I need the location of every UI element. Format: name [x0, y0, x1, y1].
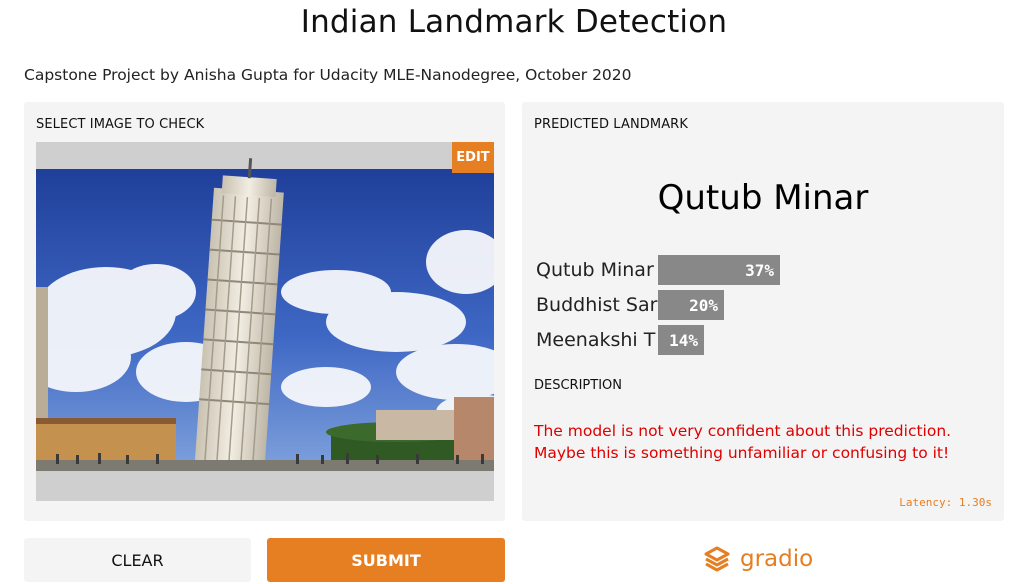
description-label: DESCRIPTION [534, 378, 622, 393]
confidence-row: Buddhist Sar 20% [536, 290, 724, 320]
input-panel: SELECT IMAGE TO CHECK EDIT [24, 102, 505, 521]
page-subtitle: Capstone Project by Anisha Gupta for Uda… [24, 66, 632, 84]
uploaded-image [36, 142, 494, 501]
confidence-row: Meenakshi T 14% [536, 325, 704, 355]
confidence-label: Meenakshi T [536, 329, 656, 351]
confidence-bar: 37% [658, 255, 780, 285]
confidence-row: Qutub Minar 37% [536, 255, 780, 285]
output-panel: PREDICTED LANDMARK Qutub Minar Qutub Min… [522, 102, 1004, 521]
confidence-label: Qutub Minar [536, 259, 654, 281]
predicted-label: Qutub Minar [657, 178, 869, 218]
edit-button[interactable]: EDIT [452, 142, 494, 173]
confidence-bar: 14% [658, 325, 704, 355]
output-panel-label: PREDICTED LANDMARK [534, 117, 688, 132]
clear-button[interactable]: CLEAR [24, 538, 251, 582]
latency-text: Latency: 1.30s [899, 496, 992, 509]
gradio-logo-icon [704, 546, 730, 572]
submit-button[interactable]: SUBMIT [267, 538, 505, 582]
input-panel-label: SELECT IMAGE TO CHECK [36, 117, 205, 132]
gradio-logo[interactable]: gradio [702, 542, 813, 576]
description-text: The model is not very confident about th… [534, 422, 952, 462]
confidence-bar: 20% [658, 290, 724, 320]
confidence-label: Buddhist Sar [536, 294, 658, 316]
image-input[interactable]: EDIT [36, 142, 494, 501]
page-title: Indian Landmark Detection [300, 4, 728, 40]
gradio-logo-text: gradio [740, 546, 814, 572]
